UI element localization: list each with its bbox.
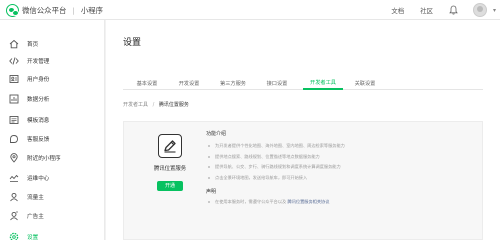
docs-link[interactable]: 文档 — [391, 6, 404, 15]
sidebar-item-advertiser[interactable]: 广告主 — [0, 207, 105, 224]
settings-icon — [8, 231, 19, 240]
user-icon — [8, 73, 19, 84]
sidebar-item-label: 客服反馈 — [27, 136, 50, 143]
sidebar-item-ops-center[interactable]: 运维中心 — [0, 169, 105, 186]
chevron-down-icon[interactable]: ▾ — [493, 7, 496, 14]
statement-title: 声明 — [206, 189, 217, 195]
top-bar: 微信公众平台 | 小程序 文档 社区 ▾ — [0, 0, 500, 20]
avatar[interactable] — [472, 3, 487, 17]
breadcrumb-separator: / — [152, 102, 155, 108]
sidebar-item-label: 流量主 — [27, 194, 44, 201]
feature-item: 为开发者提供个性化地图、海外地图、室内地图、周边检索等服务能力 — [206, 141, 476, 152]
plugin-info: 功能介绍 为开发者提供个性化地图、海外地图、室内地图、周边检索等服务能力 提供地… — [206, 130, 476, 205]
code-icon — [8, 55, 19, 66]
message-icon — [8, 114, 19, 125]
feature-list: 为开发者提供个性化地图、海外地图、室内地图、周边检索等服务能力 提供地点搜索、路… — [206, 141, 476, 183]
enable-button[interactable]: 开通 — [157, 181, 183, 191]
plugin-detail-panel: 腾讯位置服务 开通 功能介绍 为开发者提供个性化地图、海外地图、室内地图、周边检… — [123, 121, 483, 240]
plugin-name: 腾讯位置服务 — [153, 166, 187, 172]
tab-associated-settings[interactable]: 关联设置 — [349, 76, 381, 90]
service-agreement-link[interactable]: 腾讯位置服务相关协议 — [288, 199, 330, 204]
statement-body: 在使用本服务时，需遵守公众平台以及 — [215, 199, 287, 204]
brand[interactable]: 微信公众平台 | 小程序 — [6, 3, 103, 17]
sidebar-item-label: 模板消息 — [27, 117, 50, 124]
sidebar: 首页 开发管理 用户身份 数据分析 模板消息 客服反馈 附近的小程序 运维中心 … — [0, 20, 105, 240]
ads-icon — [8, 210, 19, 221]
sidebar-item-label: 设置 — [27, 234, 39, 240]
ops-icon — [8, 172, 19, 183]
platform-name: 微信公众平台 — [22, 5, 67, 15]
sidebar-item-label: 广告主 — [27, 213, 44, 220]
sidebar-item-user-identity[interactable]: 用户身份 — [0, 70, 105, 87]
wechat-logo-icon — [6, 3, 19, 17]
tab-dev-settings[interactable]: 开发设置 — [173, 76, 205, 90]
bell-icon[interactable] — [449, 5, 459, 15]
page-title: 设置 — [123, 38, 142, 48]
sidebar-item-customer-feedback[interactable]: 客服反馈 — [0, 130, 105, 147]
features-title: 功能介绍 — [206, 131, 227, 137]
sidebar-item-analytics[interactable]: 数据分析 — [0, 90, 105, 107]
sidebar-item-label: 开发管理 — [27, 58, 50, 65]
top-links: 文档 社区 ▾ — [391, 0, 496, 20]
sidebar-item-dev-manage[interactable]: 开发管理 — [0, 52, 105, 69]
home-icon — [8, 38, 19, 49]
sidebar-item-label: 运维中心 — [27, 175, 50, 182]
sidebar-item-label: 首页 — [27, 41, 39, 48]
feature-item: 点击全景环境地图，发送给导航车，即可开始接入 — [206, 173, 476, 184]
sidebar-item-label: 附近的小程序 — [27, 155, 61, 162]
brand-divider: | — [72, 5, 75, 15]
feature-item: 提供导航、公交、步行、骑行路线规划和调度系统计算调度服务能力 — [206, 162, 476, 173]
location-icon — [8, 152, 19, 163]
settings-tabs: 基本设置 开发设置 第三方服务 接口设置 开发者工具 关联设置 — [123, 76, 483, 90]
sidebar-item-template-messages[interactable]: 模板消息 — [0, 111, 105, 128]
sidebar-item-label: 数据分析 — [27, 96, 50, 103]
tab-api-settings[interactable]: 接口设置 — [261, 76, 293, 90]
service-icon — [8, 133, 19, 144]
chart-icon — [8, 93, 19, 104]
sidebar-item-traffic-owner[interactable]: 流量主 — [0, 188, 105, 205]
sidebar-item-home[interactable]: 首页 — [0, 35, 105, 52]
product-name: 小程序 — [80, 5, 104, 15]
main-content: 设置 基本设置 开发设置 第三方服务 接口设置 开发者工具 关联设置 开发者工具… — [106, 20, 500, 240]
breadcrumb: 开发者工具 / 腾讯位置服务 — [123, 101, 189, 108]
breadcrumb-current: 腾讯位置服务 — [158, 102, 189, 108]
tab-basic-settings[interactable]: 基本设置 — [131, 76, 163, 90]
sidebar-item-label: 用户身份 — [27, 76, 50, 83]
feature-item: 提供地点搜索、路线规划、位置描述等地点数据服务能力 — [206, 152, 476, 163]
tab-third-party-services[interactable]: 第三方服务 — [215, 76, 251, 90]
statement-text: 在使用本服务时，需遵守公众平台以及 腾讯位置服务相关协议 — [206, 199, 476, 205]
plugin-card: 腾讯位置服务 开通 — [142, 134, 198, 194]
tab-developer-tools[interactable]: 开发者工具 — [303, 76, 343, 90]
edit-pen-icon — [158, 134, 182, 158]
community-link[interactable]: 社区 — [420, 6, 433, 15]
breadcrumb-parent-link[interactable]: 开发者工具 — [123, 102, 148, 108]
sidebar-item-nearby-mini-programs[interactable]: 附近的小程序 — [0, 149, 105, 166]
sidebar-item-settings[interactable]: 设置 — [0, 228, 105, 240]
traffic-icon — [8, 191, 19, 202]
